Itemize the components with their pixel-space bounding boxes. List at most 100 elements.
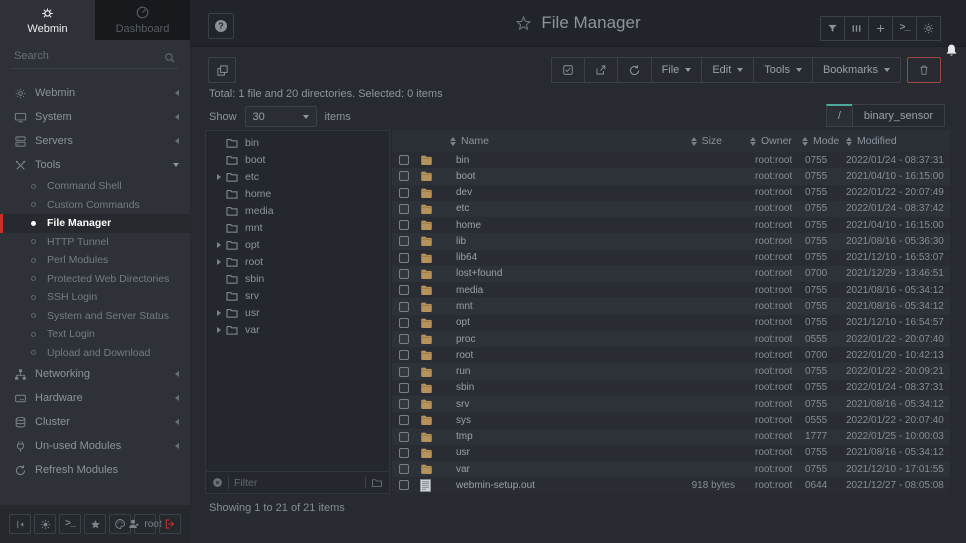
sidebar-item[interactable]: Perl Modules [0,251,190,270]
sidebar-footer-button[interactable]: root [134,514,156,534]
row-checkbox[interactable] [399,334,409,344]
toolbar-button[interactable]: Bookmarks [812,57,901,83]
header-action-button[interactable] [916,16,941,41]
file-row[interactable]: home root:root 0755 2021/04/10 - 16:15:0… [392,217,950,233]
file-row[interactable]: lib64 root:root 0755 2021/12/10 - 16:53:… [392,250,950,266]
file-name[interactable]: usr [444,447,590,458]
file-name[interactable]: etc [444,203,590,214]
tree-item[interactable]: mnt [206,219,389,236]
header-action-button[interactable] [820,16,845,41]
clear-circle-icon[interactable] [212,477,223,488]
row-checkbox[interactable] [399,236,409,246]
row-checkbox[interactable] [399,367,409,377]
row-checkbox[interactable] [399,350,409,360]
column-header-modified[interactable]: Modified [846,135,950,147]
file-row[interactable]: media root:root 0755 2021/08/16 - 05:34:… [392,282,950,298]
toolbar-button[interactable] [584,57,618,83]
header-action-button[interactable] [868,16,893,41]
sidebar-item[interactable]: Networking [0,362,190,386]
file-name[interactable]: sbin [444,382,590,393]
search-icon[interactable] [164,52,176,64]
search-input[interactable] [12,44,178,69]
toolbar-button[interactable] [907,57,941,83]
file-row[interactable]: bin root:root 0755 2022/01/24 - 08:37:31 [392,152,950,168]
header-action-button[interactable] [844,16,869,41]
file-row[interactable]: tmp root:root 1777 2022/01/25 - 10:00:03 [392,429,950,445]
sidebar-item[interactable]: Tools [0,153,190,177]
file-name[interactable]: sys [444,415,590,426]
sidebar-tab[interactable]: Dashboard [95,0,190,40]
sidebar-item[interactable]: SSH Login [0,288,190,307]
sidebar-item[interactable]: HTTP Tunnel [0,233,190,252]
file-row[interactable]: var root:root 0755 2021/12/10 - 17:01:55 [392,461,950,477]
sidebar-footer-button[interactable]: >_ [59,514,81,534]
column-header-owner[interactable]: Owner [740,135,800,147]
file-row[interactable]: boot root:root 0755 2021/04/10 - 16:15:0… [392,168,950,184]
file-row[interactable]: lost+found root:root 0700 2021/12/29 - 1… [392,266,950,282]
help-button[interactable]: ? [208,13,234,39]
file-name[interactable]: dev [444,187,590,198]
paste-buffer-button[interactable] [208,57,236,83]
row-checkbox[interactable] [399,220,409,230]
row-checkbox[interactable] [399,204,409,214]
sidebar-item[interactable]: Cluster [0,410,190,434]
row-checkbox[interactable] [399,285,409,295]
file-name[interactable]: lost+found [444,268,590,279]
sidebar-item[interactable]: System [0,105,190,129]
file-row[interactable]: proc root:root 0555 2022/01/22 - 20:07:4… [392,331,950,347]
file-name[interactable]: proc [444,334,590,345]
sidebar-item[interactable]: File Manager [0,214,190,233]
column-header-mode[interactable]: Mode [800,135,846,147]
file-name[interactable]: opt [444,317,590,328]
sidebar-footer-button[interactable] [84,514,106,534]
column-header-size[interactable]: Size [590,135,740,147]
sidebar-item[interactable]: Protected Web Directories [0,270,190,289]
sidebar-item[interactable]: Custom Commands [0,196,190,215]
tree-item[interactable]: boot [206,151,389,168]
sidebar-item[interactable]: Refresh Modules [0,458,190,482]
row-checkbox[interactable] [399,464,409,474]
file-row[interactable]: opt root:root 0755 2021/12/10 - 16:54:57 [392,315,950,331]
folder-outline-icon[interactable] [371,477,383,489]
file-row[interactable]: sys root:root 0555 2022/01/22 - 20:07:40 [392,412,950,428]
sidebar-footer-button[interactable] [34,514,56,534]
file-row[interactable]: lib root:root 0755 2021/08/16 - 05:36:30 [392,233,950,249]
row-checkbox[interactable] [399,415,409,425]
file-name[interactable]: run [444,366,590,377]
row-checkbox[interactable] [399,383,409,393]
tree-item[interactable]: home [206,185,389,202]
header-action-button[interactable]: >_ [892,16,917,41]
file-row[interactable]: root root:root 0700 2022/01/20 - 10:42:1… [392,347,950,363]
sidebar-item[interactable]: Command Shell [0,177,190,196]
tree-item[interactable]: root [206,253,389,270]
sidebar-item[interactable]: System and Server Status [0,307,190,326]
row-checkbox[interactable] [399,480,409,490]
breadcrumb-segment[interactable]: / [826,104,853,127]
sidebar-item[interactable]: Webmin [0,81,190,105]
tree-item[interactable]: etc [206,168,389,185]
row-checkbox[interactable] [399,399,409,409]
toolbar-button[interactable]: Tools [753,57,813,83]
row-checkbox[interactable] [399,188,409,198]
expand-arrow-icon[interactable] [217,327,221,333]
sidebar-item[interactable]: Upload and Download [0,344,190,363]
file-name[interactable]: lib [444,236,590,247]
file-name[interactable]: root [444,350,590,361]
tree-item[interactable]: usr [206,304,389,321]
tree-item[interactable]: opt [206,236,389,253]
row-checkbox[interactable] [399,171,409,181]
file-name[interactable]: media [444,285,590,296]
file-name[interactable]: srv [444,399,590,410]
row-checkbox[interactable] [399,155,409,165]
file-row[interactable]: usr root:root 0755 2021/08/16 - 05:34:12 [392,445,950,461]
expand-arrow-icon[interactable] [217,174,221,180]
file-name[interactable]: tmp [444,431,590,442]
file-row[interactable]: mnt root:root 0755 2021/08/16 - 05:34:12 [392,298,950,314]
tree-item[interactable]: sbin [206,270,389,287]
sidebar-item[interactable]: Text Login [0,325,190,344]
expand-arrow-icon[interactable] [217,259,221,265]
row-checkbox[interactable] [399,269,409,279]
file-name[interactable]: bin [444,155,590,166]
sidebar-footer-button[interactable] [9,514,31,534]
tree-item[interactable]: var [206,321,389,338]
